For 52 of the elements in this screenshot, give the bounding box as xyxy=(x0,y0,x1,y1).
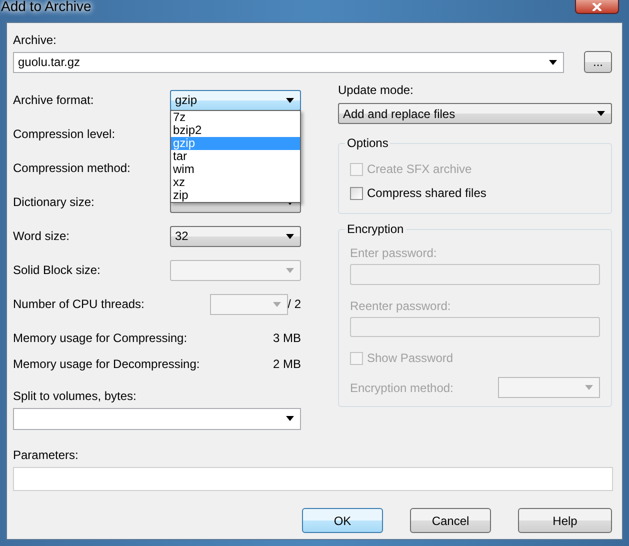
field-label: Solid Block size: xyxy=(13,263,100,277)
field-label: Update mode: xyxy=(338,83,414,97)
dropdown-arrow-icon xyxy=(286,234,294,238)
memory-label: Memory usage for Decompressing: xyxy=(13,357,200,373)
field-label: Word size: xyxy=(13,229,70,243)
split-combo[interactable] xyxy=(13,408,301,430)
dropdown-option[interactable]: 7z xyxy=(171,111,300,124)
memory-label: Memory usage for Compressing: xyxy=(13,331,188,347)
checkbox-label: Compress shared files xyxy=(367,186,486,200)
thread-count: / 2 xyxy=(288,297,301,311)
dropdown-option[interactable]: bzip2 xyxy=(171,124,300,137)
dropdown-arrow-icon xyxy=(597,111,605,116)
field-label: Compression method: xyxy=(13,161,130,175)
dropdown-arrow-icon xyxy=(585,385,593,390)
close-icon xyxy=(591,2,603,10)
dropdown-arrow-icon xyxy=(272,302,281,306)
dropdown-arrow-icon xyxy=(286,416,294,421)
dropdown-option[interactable]: wim xyxy=(171,163,300,176)
field-label: Number of CPU threads: xyxy=(13,297,144,311)
checkbox[interactable] xyxy=(350,186,363,200)
field-label: Encryption method: xyxy=(350,380,454,394)
dropdown[interactable]: 32 xyxy=(170,226,301,246)
archive-combo[interactable]: guolu.tar.gz xyxy=(13,52,564,72)
field-label: Split to volumes, bytes: xyxy=(13,389,138,403)
field-label: Reenter password: xyxy=(350,298,452,312)
dropdown[interactable]: gzip xyxy=(170,90,301,110)
dialog-button[interactable]: Help xyxy=(518,508,612,533)
close-button[interactable] xyxy=(575,0,619,14)
field-label: Compression level: xyxy=(13,127,116,141)
update-mode-dropdown[interactable]: Add and replace files xyxy=(338,103,612,124)
window-title: Add to Archive xyxy=(1,0,92,14)
dropdown-option[interactable]: tar xyxy=(171,150,300,163)
checkbox-label: Show Password xyxy=(367,351,454,365)
dropdown-arrow-icon xyxy=(549,60,558,64)
dropdown-option[interactable]: zip xyxy=(171,189,300,202)
parameters-field[interactable] xyxy=(13,467,613,491)
checkbox-label: Create SFX archive xyxy=(367,162,472,176)
field-label: Dictionary size: xyxy=(13,195,94,209)
dialog-button[interactable]: Cancel xyxy=(410,508,491,533)
field-label: Archive: xyxy=(13,33,58,47)
dropdown-arrow-icon xyxy=(286,268,294,272)
dropdown-arrow-icon xyxy=(286,98,294,102)
group-title: Options xyxy=(345,136,390,150)
field-label: Enter password: xyxy=(350,246,438,260)
memory-value: 3 MB xyxy=(272,331,301,347)
memory-value: 2 MB xyxy=(272,357,301,373)
field-label: Archive format: xyxy=(13,93,94,107)
browse-button[interactable]: ... xyxy=(584,51,612,73)
dialog-button[interactable]: OK xyxy=(302,508,383,533)
group-title: Encryption xyxy=(345,222,406,236)
dropdown-option[interactable]: xz xyxy=(171,176,300,189)
field-label: Parameters: xyxy=(13,448,80,462)
